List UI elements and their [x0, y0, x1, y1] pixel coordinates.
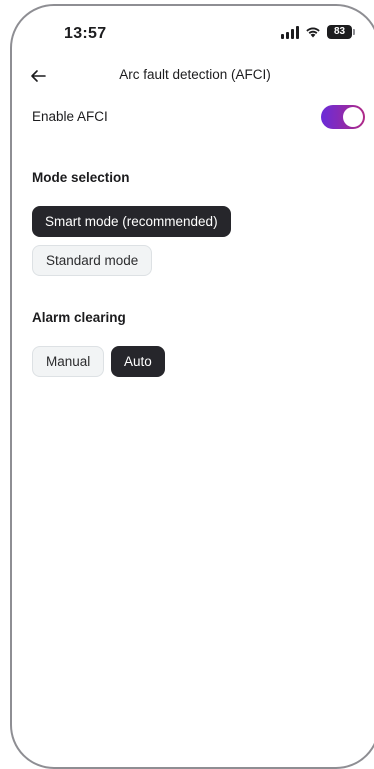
smart-mode-chip[interactable]: Smart mode (recommended)	[32, 206, 231, 237]
toggle-knob	[343, 107, 363, 127]
auto-chip[interactable]: Auto	[111, 346, 165, 377]
enable-afci-toggle[interactable]	[321, 105, 365, 129]
status-time: 13:57	[64, 25, 107, 42]
wifi-icon	[305, 26, 321, 38]
enable-afci-row: Enable AFCI	[32, 104, 366, 130]
mode-selection-title: Mode selection	[32, 170, 130, 185]
status-bar: 13:57 83	[12, 6, 374, 58]
standard-mode-chip[interactable]: Standard mode	[32, 245, 153, 276]
phone-frame: 13:57 83 Arc fault detection (AFCI) Enab…	[10, 4, 374, 769]
page-title: Arc fault detection (AFCI)	[119, 67, 271, 82]
manual-chip[interactable]: Manual	[32, 346, 105, 377]
alarm-clearing-title: Alarm clearing	[32, 310, 126, 325]
status-icons: 83	[281, 25, 355, 39]
signal-icon	[281, 25, 299, 39]
enable-afci-label: Enable AFCI	[32, 109, 108, 124]
page-header: Arc fault detection (AFCI)	[12, 58, 374, 92]
battery-icon: 83	[327, 25, 355, 39]
